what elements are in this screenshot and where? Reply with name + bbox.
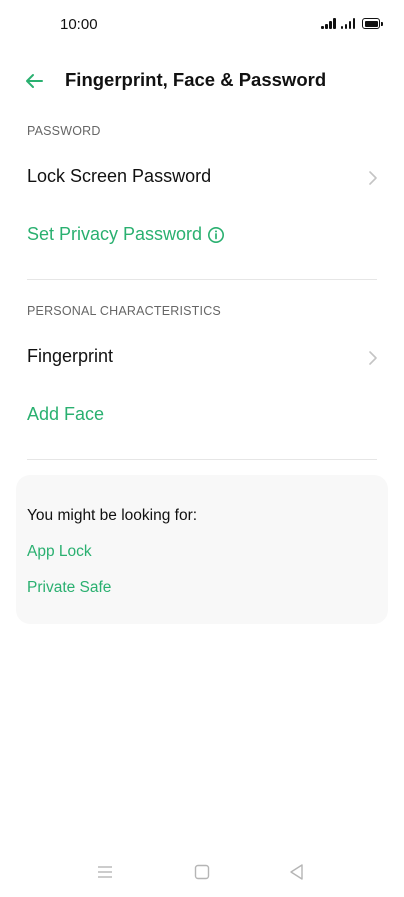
app-header: Fingerprint, Face & Password — [0, 56, 404, 104]
section-header-password: PASSWORD — [27, 124, 101, 138]
add-face-label: Add Face — [27, 404, 105, 424]
status-time: 10:00 — [60, 16, 98, 33]
fingerprint-item[interactable]: Fingerprint — [0, 336, 404, 380]
chevron-right-icon — [369, 351, 377, 365]
battery-icon — [362, 18, 383, 29]
info-icon[interactable] — [207, 226, 225, 244]
section-header-personal: PERSONAL CHARACTERISTICS — [27, 304, 221, 318]
set-privacy-password-label: Set Privacy Password — [27, 224, 203, 244]
back-arrow-icon — [26, 74, 43, 88]
add-face-item[interactable]: Add Face — [0, 394, 404, 438]
menu-icon — [98, 866, 112, 878]
page-title: Fingerprint, Face & Password — [65, 69, 327, 90]
suggestions-card: You might be looking for: App Lock Priva… — [16, 475, 388, 624]
home-square-icon — [194, 864, 210, 880]
chevron-right-icon — [369, 171, 377, 185]
app-lock-link[interactable]: App Lock — [27, 543, 92, 561]
signal-icon — [321, 17, 336, 29]
back-nav-button[interactable] — [286, 861, 308, 883]
navigation-bar — [0, 847, 404, 897]
status-icons — [321, 17, 383, 29]
fingerprint-label: Fingerprint — [27, 346, 114, 366]
divider — [27, 459, 377, 460]
divider — [27, 279, 377, 280]
set-privacy-password-item[interactable]: Set Privacy Password — [0, 214, 404, 258]
status-bar: 10:00 — [0, 0, 404, 50]
back-triangle-icon — [290, 864, 303, 880]
lock-screen-password-item[interactable]: Lock Screen Password — [0, 156, 404, 200]
home-button[interactable] — [191, 861, 213, 883]
lock-screen-password-label: Lock Screen Password — [27, 166, 212, 186]
back-button[interactable] — [20, 66, 50, 96]
private-safe-link[interactable]: Private Safe — [27, 579, 111, 597]
suggestions-title: You might be looking for: — [27, 507, 198, 524]
menu-button[interactable] — [94, 861, 116, 883]
signal-icon-2 — [340, 17, 355, 29]
